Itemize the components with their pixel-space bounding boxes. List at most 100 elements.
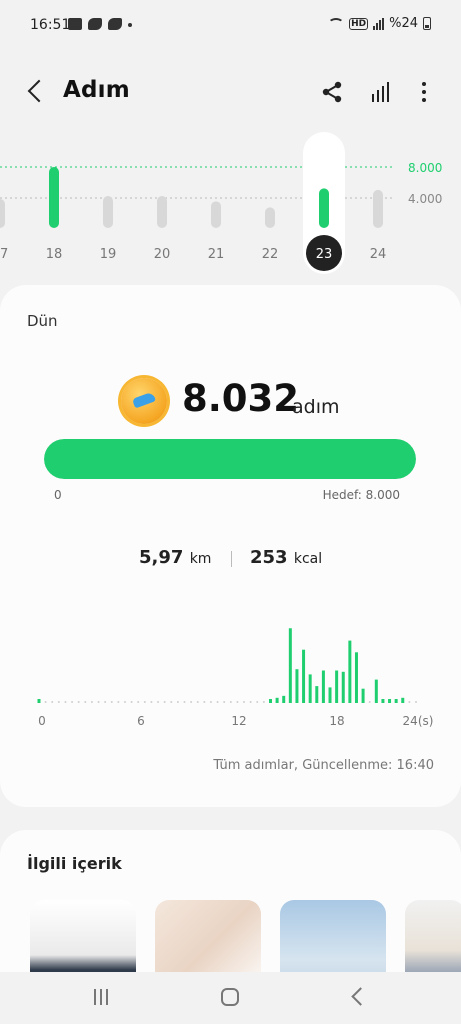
hour-dot [170, 701, 173, 703]
hour-dot [216, 701, 219, 703]
signal-icon [373, 17, 385, 30]
day-label-20[interactable]: 20 [154, 247, 171, 262]
calories-value: 253 [250, 547, 288, 568]
last-updated-text: Tüm adımlar, Güncellenme: 16:40 [213, 758, 434, 773]
hour-tick-label: 18 [329, 714, 344, 728]
hour-bar [268, 699, 272, 703]
app-notification-icon [108, 18, 122, 30]
hour-dot [143, 701, 146, 703]
hour-bar [302, 649, 306, 703]
hour-bar [381, 699, 385, 703]
goal-medal-icon [121, 378, 167, 424]
calories-stat: 253 kcal [250, 547, 322, 568]
more-notifications-icon [128, 23, 132, 27]
status-bar: 16:51 HD %24 [0, 0, 461, 50]
day-label-17[interactable]: 17 [0, 247, 8, 262]
hour-dot [196, 701, 199, 703]
hour-dot [223, 701, 226, 703]
app-header: Adım [0, 70, 461, 114]
more-dot-icon [422, 82, 426, 86]
day-bar-22[interactable] [265, 207, 275, 228]
notification-icons [68, 18, 132, 30]
goal-label: Hedef: 8.000 [322, 488, 400, 502]
day-bar-21[interactable] [211, 201, 221, 228]
day-label: Dün [27, 312, 58, 330]
hour-bar [401, 697, 405, 703]
day-bar-24[interactable] [373, 189, 383, 228]
wifi-icon [328, 17, 345, 30]
more-options-button[interactable] [412, 78, 436, 106]
summary-card: Dün 8.032 adım 0 Hedef: 8.000 5,97 km 25… [0, 285, 461, 807]
day-bar-19[interactable] [103, 195, 113, 228]
hour-bar [37, 699, 41, 703]
hour-dot [123, 701, 126, 703]
hour-dot [209, 701, 212, 703]
twitter-icon [88, 18, 102, 30]
day-bar-23[interactable] [319, 188, 329, 228]
hd-voice-icon: HD [349, 17, 369, 30]
share-button[interactable] [318, 78, 346, 106]
hour-bar [328, 687, 332, 703]
weekly-steps-chart[interactable]: 17 18 19 20 21 22 23 24 8.000 4.000 [0, 130, 461, 280]
hour-bar [394, 699, 398, 703]
progress-start-label: 0 [54, 488, 62, 502]
day-bar-17[interactable] [0, 199, 5, 228]
related-content-section: İlgili içerik [0, 830, 461, 1000]
hour-dot [243, 701, 246, 703]
hour-dot [249, 701, 252, 703]
goal-progress-fill [44, 439, 416, 479]
hour-dot [150, 701, 153, 703]
hour-dot [104, 701, 107, 703]
back-button[interactable] [22, 78, 50, 106]
more-dot-icon [422, 90, 426, 94]
day-label-19[interactable]: 19 [100, 247, 117, 262]
system-nav-bar [0, 972, 461, 1024]
hour-bar [282, 695, 286, 703]
gallery-icon [68, 18, 82, 30]
hour-bar [321, 670, 325, 703]
day-bar-18[interactable] [49, 167, 59, 228]
day-label-24[interactable]: 24 [370, 247, 387, 262]
battery-icon [423, 17, 431, 30]
hour-dot [262, 701, 265, 703]
hour-dot [71, 701, 74, 703]
nav-back-button[interactable] [351, 987, 370, 1006]
hour-dot [415, 701, 417, 703]
system-icons: HD %24 [328, 16, 431, 31]
hour-dot [64, 701, 67, 703]
hour-dot [117, 701, 120, 703]
day-label-22[interactable]: 22 [262, 247, 279, 262]
hour-dot [51, 701, 54, 703]
battery-percent: %24 [389, 16, 418, 31]
hour-bar [341, 671, 345, 703]
hourly-steps-chart[interactable]: 0 6 12 18 24(s) [0, 595, 461, 745]
hour-bar [348, 640, 352, 703]
hour-dot [176, 701, 179, 703]
distance-value: 5,97 [139, 547, 184, 568]
bar-chart-icon [372, 82, 389, 102]
day-label-21[interactable]: 21 [208, 247, 225, 262]
hour-bar [354, 652, 358, 703]
home-button[interactable] [221, 988, 239, 1006]
day-bar-20[interactable] [157, 195, 167, 228]
step-unit: adım [292, 396, 340, 418]
hour-bar [335, 670, 339, 703]
calories-unit: kcal [293, 551, 323, 567]
day-label-23[interactable]: 23 [316, 247, 333, 262]
goal-progress-bar [44, 439, 416, 479]
more-dot-icon [422, 98, 426, 102]
trends-button[interactable] [367, 78, 395, 106]
hour-bar [288, 628, 292, 703]
hour-dot [368, 701, 371, 703]
recent-apps-button[interactable] [92, 989, 110, 1005]
hour-bar [295, 669, 299, 703]
hour-tick-label: 24(s) [403, 714, 434, 728]
hour-dot [408, 701, 411, 703]
hour-dot [256, 701, 259, 703]
hour-dot [229, 701, 232, 703]
status-time: 16:51 [30, 17, 71, 33]
hour-tick-label: 12 [231, 714, 246, 728]
hour-dot [130, 701, 133, 703]
day-label-18[interactable]: 18 [46, 247, 63, 262]
distance-stat: 5,97 km [139, 547, 211, 568]
